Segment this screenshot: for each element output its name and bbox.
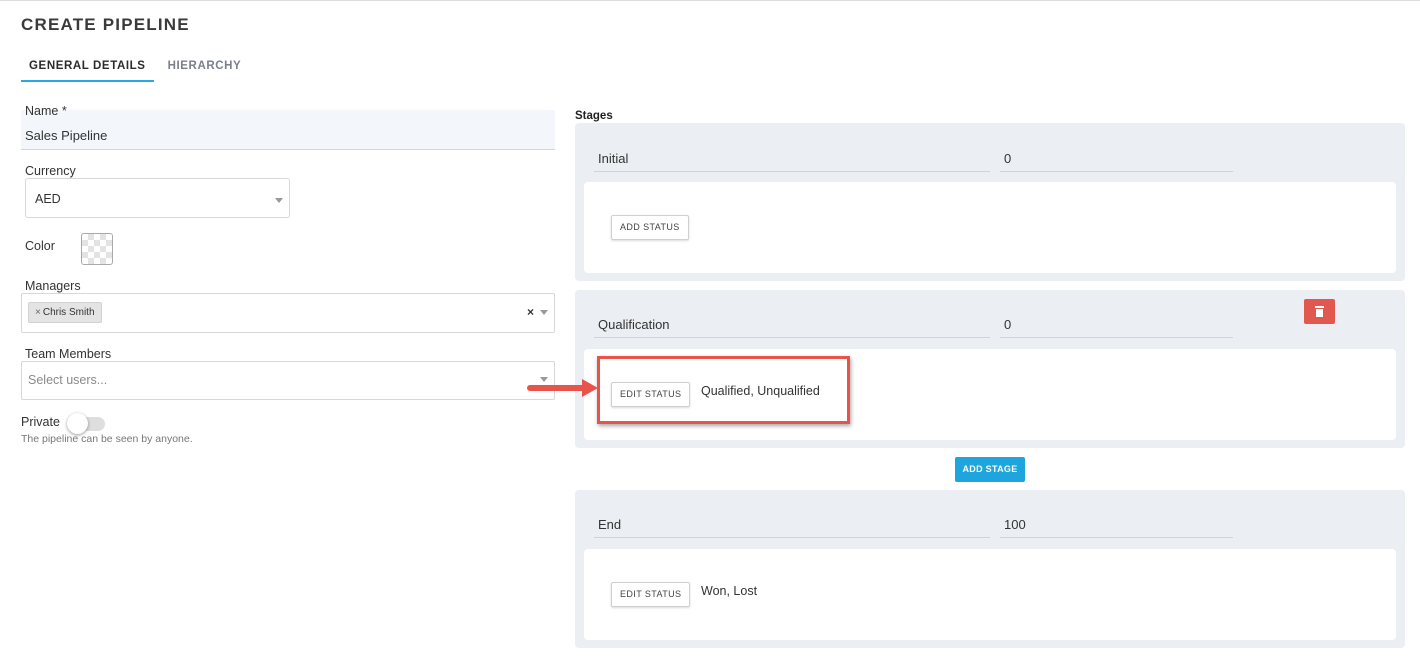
chevron-down-icon xyxy=(275,198,283,203)
private-helper-text: The pipeline can be seen by anyone. xyxy=(21,433,193,445)
stage-probability-input[interactable]: 0 xyxy=(1000,142,1233,172)
color-label: Color xyxy=(25,239,55,253)
page-title: CREATE PIPELINE xyxy=(21,15,190,34)
stage-status-list: Won, Lost xyxy=(701,584,758,598)
currency-value: AED xyxy=(35,192,61,206)
edit-status-button[interactable]: EDIT STATUS xyxy=(611,582,691,607)
team-members-placeholder: Select users... xyxy=(28,373,108,387)
stage-status-list: Qualified, Unqualified xyxy=(701,384,820,398)
chevron-down-icon[interactable] xyxy=(540,377,548,382)
stage-status-panel: ADD STATUS xyxy=(584,182,1396,273)
stage-name-input[interactable]: Initial xyxy=(594,142,990,172)
top-divider xyxy=(0,0,1420,1)
color-picker[interactable] xyxy=(81,233,113,265)
stage-probability-input[interactable]: 100 xyxy=(1000,508,1233,538)
stage-card-end: End 100 EDIT STATUS Won, Lost xyxy=(575,490,1405,648)
stage-card-initial: Initial 0 ADD STATUS xyxy=(575,123,1405,281)
team-members-select[interactable]: Select users... xyxy=(21,361,555,400)
private-label: Private xyxy=(21,415,60,429)
name-label: Name * xyxy=(25,104,67,118)
tab-bar: GENERAL DETAILS HIERARCHY xyxy=(21,58,249,82)
stage-card-qualification: Qualification 0 EDIT STATUS Qualified, U… xyxy=(575,290,1405,448)
stage-status-panel: EDIT STATUS Won, Lost xyxy=(584,549,1396,640)
tab-general-details[interactable]: GENERAL DETAILS xyxy=(21,58,154,82)
stage-status-panel: EDIT STATUS Qualified, Unqualified xyxy=(584,349,1396,440)
edit-status-button[interactable]: EDIT STATUS xyxy=(611,382,691,407)
managers-select[interactable]: × Chris Smith × xyxy=(21,293,555,333)
currency-label: Currency xyxy=(25,164,76,178)
toggle-knob[interactable] xyxy=(67,413,88,434)
managers-label: Managers xyxy=(25,279,81,293)
stage-name-input[interactable]: Qualification xyxy=(594,308,990,338)
manager-chip[interactable]: × Chris Smith xyxy=(28,302,102,323)
stage-name-input[interactable]: End xyxy=(594,508,990,538)
clear-icon[interactable]: × xyxy=(527,305,534,319)
chevron-down-icon[interactable] xyxy=(540,310,548,315)
currency-select[interactable]: AED xyxy=(25,178,290,218)
add-stage-button[interactable]: ADD STAGE xyxy=(955,457,1025,482)
trash-icon xyxy=(1315,306,1324,317)
team-members-label: Team Members xyxy=(25,347,112,361)
chip-label: Chris Smith xyxy=(42,307,95,318)
stage-probability-input[interactable]: 0 xyxy=(1000,308,1233,338)
chip-remove-icon[interactable]: × xyxy=(35,307,41,318)
stages-heading: Stages xyxy=(575,110,613,122)
add-status-button[interactable]: ADD STATUS xyxy=(611,215,689,240)
delete-stage-button[interactable] xyxy=(1304,299,1335,324)
name-value: Sales Pipeline xyxy=(25,128,108,143)
name-field[interactable]: Sales Pipeline xyxy=(21,110,555,150)
tab-hierarchy[interactable]: HIERARCHY xyxy=(160,58,250,82)
